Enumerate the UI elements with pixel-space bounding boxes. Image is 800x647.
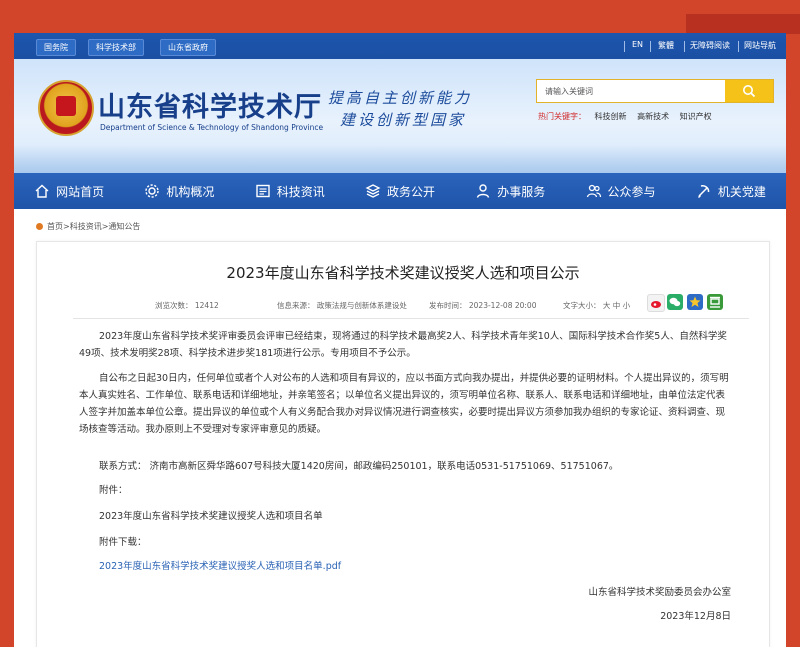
attachment-name: 2023年度山东省科学技术奖建议授奖人选和项目名单 (99, 511, 323, 522)
hot-keyword[interactable]: 高新技术 (637, 112, 669, 121)
people-icon (586, 184, 601, 198)
divider (73, 318, 749, 319)
attachment-download-link[interactable]: 2023年度山东省科学技术奖建议授奖人选和项目名单.pdf (79, 558, 731, 575)
nav-participation[interactable]: 公众参与 (565, 173, 675, 209)
link-accessibility[interactable]: 无障碍阅读 (690, 40, 730, 51)
main-nav: 网站首页 机构概况 科技资讯 政务公开 办事服务 公众参与 机关党建 (14, 173, 786, 209)
signature: 山东省科学技术奖励委员会办公室 (588, 587, 731, 598)
breadcrumb-text[interactable]: 首页>科技资讯>通知公告 (47, 221, 140, 232)
nav-label: 政务公开 (386, 184, 435, 199)
view-count: 浏览次数： 12412 (155, 301, 219, 310)
weibo-icon (651, 301, 661, 308)
nav-party-building[interactable]: 机关党建 (676, 173, 786, 209)
nav-news[interactable]: 科技资讯 (235, 173, 345, 209)
article-paragraph-2: 自公布之日起30日内，任何单位或者个人对公布的人选和项目有异议的，应以书面方式向… (79, 373, 729, 435)
search-button[interactable] (725, 80, 773, 102)
nav-label: 办事服务 (497, 184, 546, 199)
divider (738, 41, 739, 52)
nav-services[interactable]: 办事服务 (455, 173, 565, 209)
search-input[interactable] (537, 80, 725, 102)
divider (650, 41, 651, 52)
hot-keywords-label: 热门关键字： (538, 112, 586, 121)
link-english[interactable]: EN (632, 40, 643, 49)
divider (684, 41, 685, 52)
nav-label: 机构概况 (166, 184, 215, 199)
news-icon (255, 184, 270, 198)
attachment-label: 附件： (99, 485, 128, 496)
link-traditional[interactable]: 繁體 (658, 40, 674, 51)
contact-info: 联系方式： 济南市高新区舜华路607号科技大厦1420房间，邮政编码250101… (99, 461, 619, 472)
article-paragraph-1: 2023年度山东省科学技术奖评审委员会评审已经结束，现将通过的科学技术最高奖2人… (79, 331, 727, 359)
article-card: 2023年度山东省科学技术奖建议授奖人选和项目公示 浏览次数： 12412 信息… (36, 241, 770, 647)
wechat-share-icon[interactable] (667, 294, 683, 310)
nav-label: 公众参与 (607, 184, 656, 199)
info-source: 信息来源： 政策法规与创新体系建设处 (277, 301, 407, 310)
link-provincial-gov[interactable]: 山东省政府 (160, 39, 216, 56)
signature-date: 2023年12月8日 (660, 611, 731, 622)
weibo-share-icon[interactable] (647, 294, 665, 312)
webpage: 国务院 科学技术部 山东省政府 EN 繁體 无障碍阅读 网站导航 山东省科学技术… (14, 33, 786, 647)
emblem-center (56, 96, 76, 116)
slogan-line-1: 提高自主创新能力 (328, 89, 473, 107)
font-size-options[interactable]: 文字大小： 大 中 小 (563, 300, 630, 311)
location-icon (36, 223, 43, 230)
home-icon (35, 184, 49, 198)
article-title: 2023年度山东省科学技术奖建议授奖人选和项目公示 (226, 264, 580, 282)
nav-home[interactable]: 网站首页 (14, 173, 124, 209)
party-icon (697, 185, 710, 199)
divider (624, 41, 625, 52)
header-skyline (14, 145, 786, 173)
layers-icon (365, 184, 381, 198)
breadcrumb: 首页>科技资讯>通知公告 (36, 221, 140, 232)
search-box (536, 79, 774, 103)
link-most[interactable]: 科学技术部 (88, 39, 144, 56)
hot-keyword[interactable]: 知识产权 (680, 112, 712, 121)
corner-decoration (686, 14, 800, 34)
download-label: 附件下载： (99, 537, 147, 548)
user-icon (477, 184, 490, 198)
nav-label: 网站首页 (56, 184, 105, 199)
site-header: 山东省科学技术厅 Department of Science & Technol… (14, 59, 786, 173)
hot-keyword[interactable]: 科技创新 (595, 112, 627, 121)
gear-icon (145, 184, 160, 198)
site-title[interactable]: 山东省科学技术厅 (98, 85, 322, 124)
site-subtitle: Department of Science & Technology of Sh… (100, 123, 324, 132)
wechat-icon (669, 297, 681, 307)
search-icon (743, 85, 756, 98)
national-emblem-icon (38, 80, 94, 136)
nav-label: 机关党建 (717, 184, 766, 199)
hot-keywords: 热门关键字： 科技创新 高新技术 知识产权 (538, 111, 720, 122)
nav-label: 科技资讯 (276, 184, 325, 199)
favorite-share-icon[interactable] (687, 294, 703, 310)
slogan: 提高自主创新能力 建设创新型国家 (328, 87, 472, 131)
link-sitemap[interactable]: 网站导航 (744, 40, 776, 51)
slogan-line-2: 建设创新型国家 (340, 111, 467, 129)
douban-share-icon[interactable] (707, 294, 723, 310)
star-icon (689, 296, 701, 307)
nav-gov-affairs[interactable]: 政务公开 (345, 173, 455, 209)
publish-time: 发布时间： 2023-12-08 20:00 (429, 301, 537, 310)
top-link-bar: 国务院 科学技术部 山东省政府 EN 繁體 无障碍阅读 网站导航 (14, 33, 786, 59)
douban-icon (710, 296, 720, 308)
nav-organization[interactable]: 机构概况 (124, 173, 234, 209)
link-state-council[interactable]: 国务院 (36, 39, 76, 56)
